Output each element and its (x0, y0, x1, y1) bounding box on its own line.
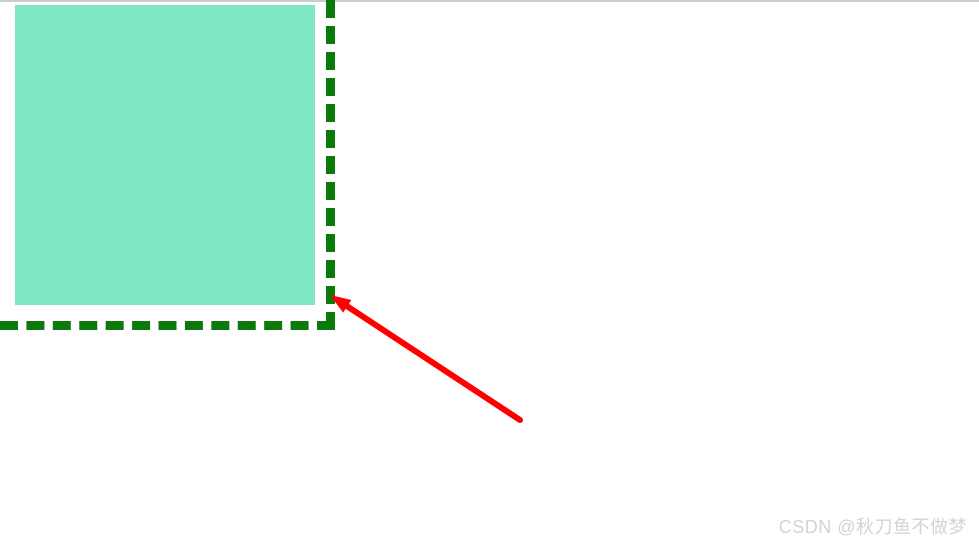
filled-inner-box (15, 5, 315, 305)
watermark-text: CSDN @秋刀鱼不做梦 (779, 513, 967, 539)
